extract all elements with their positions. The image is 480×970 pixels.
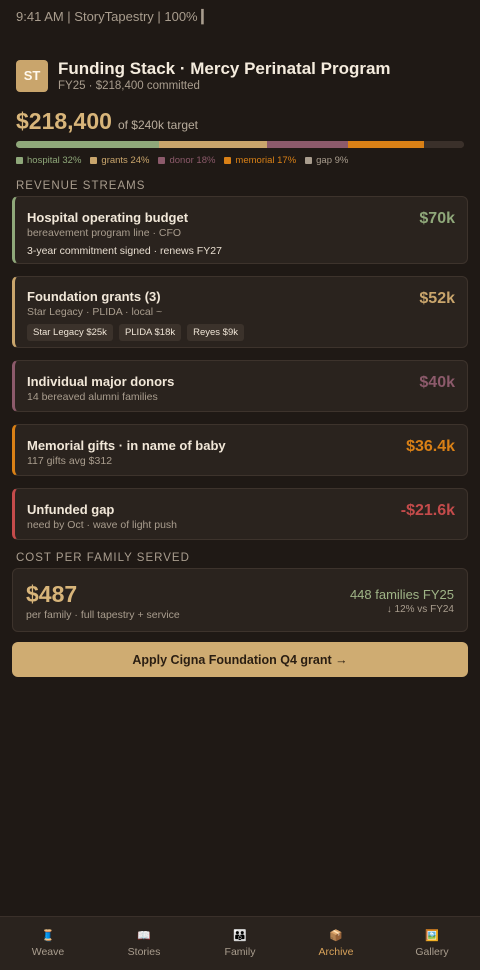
- legend-swatch: [305, 157, 313, 164]
- stream-subtitle: 117 gifts avg $312: [27, 455, 113, 467]
- stream-amount: $52k: [419, 290, 455, 307]
- stack-segment-donor: [266, 141, 348, 148]
- status-bar: 9:41 AM | StoryTapestry | 100% ▎: [16, 9, 212, 24]
- stack-segment-gap: [423, 141, 464, 148]
- legend-label: memorial 17%: [235, 155, 297, 166]
- grant-chip[interactable]: PLIDA $18k: [118, 324, 182, 341]
- legend-label: donor 18%: [169, 155, 216, 166]
- legend-item: donor 18%: [158, 155, 215, 166]
- grant-chips: Star Legacy $25k PLIDA $18k Reyes $9k: [27, 324, 455, 341]
- legend-item: hospital 32%: [16, 155, 81, 166]
- stream-subtitle: need by Oct · wave of light push: [27, 519, 177, 531]
- legend-label: grants 24%: [101, 155, 150, 166]
- stream-name: Hospital operating budget: [27, 210, 189, 225]
- legend-swatch: [158, 157, 166, 164]
- cost-trend: ↓ 12% vs FY24: [386, 604, 454, 615]
- stream-amount: $36.4k: [406, 438, 455, 455]
- tab-gallery[interactable]: 🖼️ Gallery: [384, 917, 480, 970]
- stream-subtitle: bereavement program line · CFO: [27, 227, 182, 239]
- stream-subtitle: Star Legacy · PLIDA · local ~: [27, 306, 163, 318]
- revenue-stream-card[interactable]: Hospital operating budget bereavement pro…: [12, 196, 468, 264]
- tab-bar: 🧵 Weave 📖 Stories 👪 Family 📦 Archive 🖼️ Gallery: [0, 916, 480, 970]
- grant-chip[interactable]: Star Legacy $25k: [27, 324, 113, 341]
- avatar[interactable]: ST: [16, 59, 48, 92]
- revenue-stream-card[interactable]: Individual major donors 14 bereaved alumn…: [12, 360, 468, 412]
- stream-note: 3-year commitment signed · renews FY27: [27, 245, 222, 257]
- tab-label: Family: [224, 946, 256, 958]
- stream-name: Memorial gifts · in name of baby: [27, 438, 226, 453]
- section-label-revenue: REVENUE STREAMS: [16, 180, 146, 192]
- legend-item: memorial 17%: [224, 155, 296, 166]
- funding-stack-bar: [16, 141, 464, 148]
- revenue-stream-card[interactable]: Foundation grants (3) Star Legacy · PLIDA…: [12, 276, 468, 348]
- cost-stats: 448 families FY25 ↓ 12% vs FY24: [350, 587, 454, 615]
- apply-grant-button[interactable]: Apply Cigna Foundation Q4 grant →: [12, 642, 468, 677]
- tab-label: Stories: [127, 946, 161, 958]
- tab-archive[interactable]: 📦 Archive: [288, 917, 384, 970]
- cost-per-family-card: $487 per family · full tapestry + servic…: [12, 568, 468, 632]
- stack-segment-grants: [159, 141, 267, 148]
- total-amount: $218,400: [16, 108, 112, 134]
- tab-weave[interactable]: 🧵 Weave: [0, 917, 96, 970]
- header-text: Funding Stack · Mercy Perinatal Program …: [58, 59, 391, 92]
- stack-segment-memorial: [347, 141, 424, 148]
- legend-swatch: [90, 157, 98, 164]
- legend-swatch: [16, 157, 23, 164]
- legend-label: hospital 32%: [27, 155, 82, 166]
- total-row: $218,400 of $240k target: [0, 108, 480, 138]
- tab-label: Archive: [318, 946, 354, 958]
- page-header: ST Funding Stack · Mercy Perinatal Progr…: [0, 32, 480, 108]
- picture-icon: 🖼️: [425, 930, 439, 942]
- total-target: of $240k target: [117, 118, 198, 132]
- legend-item: gap 9%: [305, 155, 348, 166]
- revenue-stream-list: Hospital operating budget bereavement pro…: [0, 196, 480, 540]
- grant-chip[interactable]: Reyes $9k: [187, 324, 244, 341]
- tab-label: Gallery: [415, 946, 449, 958]
- stack-legend: hospital 32% grants 24% donor 18% memorial …: [0, 155, 480, 166]
- revenue-stream-card[interactable]: Unfunded gap need by Oct · wave of light …: [12, 488, 468, 540]
- tab-label: Weave: [31, 946, 65, 958]
- stream-amount: $40k: [419, 374, 455, 391]
- stream-subtitle: 14 bereaved alumni families: [27, 391, 158, 403]
- thread-icon: 🧵: [41, 930, 55, 942]
- box-icon: 📦: [329, 930, 343, 942]
- stream-name: Foundation grants (3): [27, 289, 161, 304]
- stack-segment-hospital: [16, 141, 160, 148]
- page-subtitle: FY25 · $218,400 committed: [58, 80, 200, 92]
- section-label-cost: COST PER FAMILY SERVED: [16, 552, 190, 564]
- family-icon: 👪: [233, 930, 247, 942]
- families-served: 448 families FY25: [349, 587, 454, 602]
- stream-name: Unfunded gap: [27, 502, 115, 517]
- stream-amount: $70k: [419, 210, 455, 227]
- revenue-stream-card[interactable]: Memorial gifts · in name of baby 117 gift…: [12, 424, 468, 476]
- stream-name: Individual major donors: [27, 374, 175, 389]
- page-title: Funding Stack · Mercy Perinatal Program: [58, 59, 391, 78]
- legend-item: grants 24%: [90, 155, 149, 166]
- tab-stories[interactable]: 📖 Stories: [96, 917, 192, 970]
- tab-family[interactable]: 👪 Family: [192, 917, 288, 970]
- legend-label: gap 9%: [316, 155, 349, 166]
- legend-swatch: [224, 157, 232, 164]
- stream-amount: -$21.6k: [400, 502, 455, 519]
- book-icon: 📖: [137, 930, 151, 942]
